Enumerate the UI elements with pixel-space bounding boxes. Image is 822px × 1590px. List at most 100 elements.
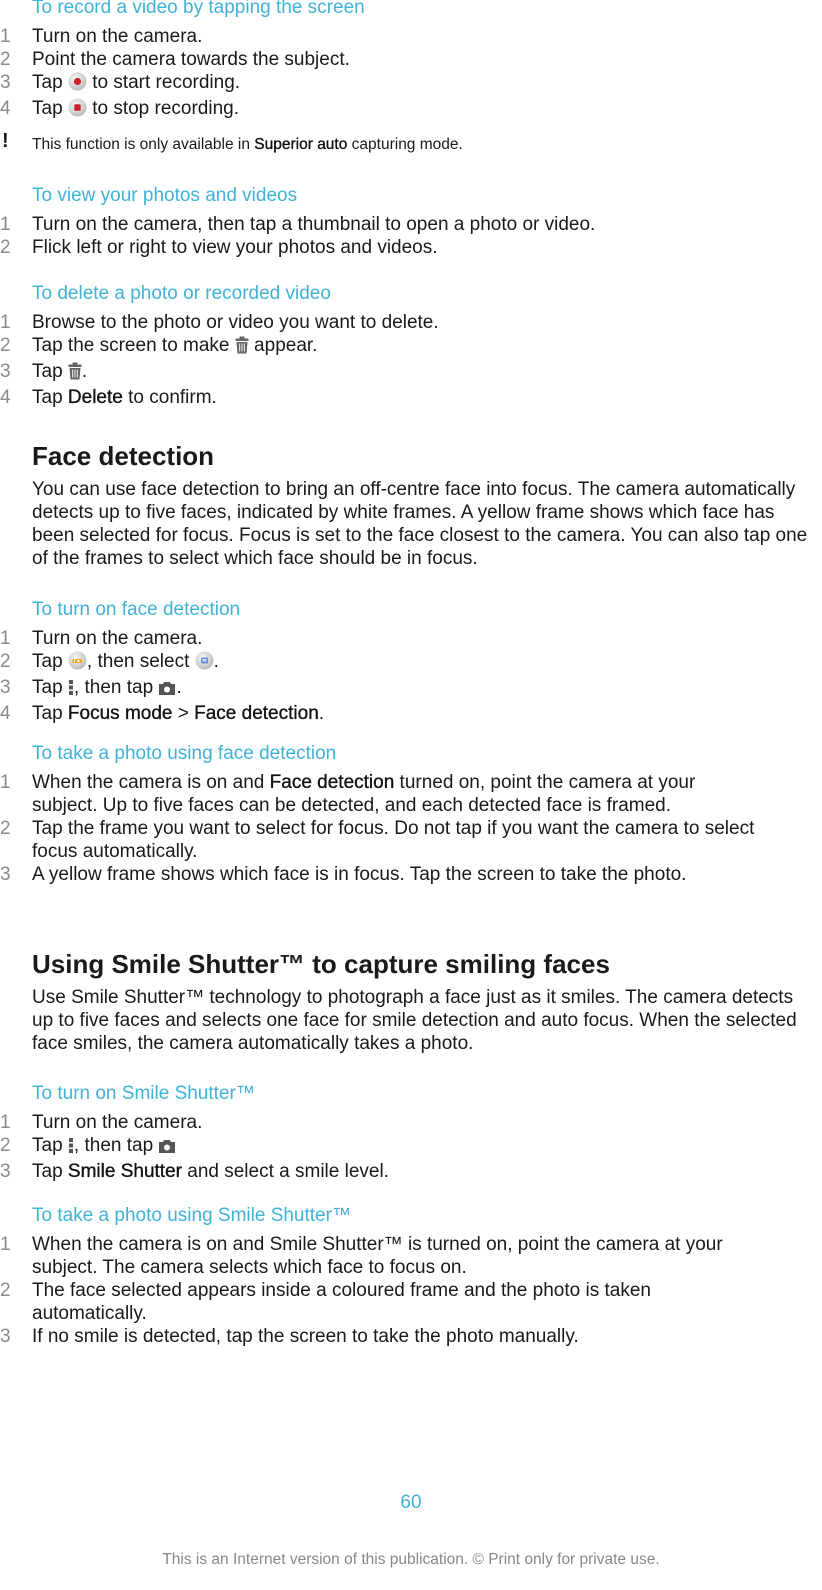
steps-list: 1 Browse to the photo or video you want t… xyxy=(0,311,822,409)
step-text: Turn on the camera. xyxy=(32,26,203,47)
step-text: When the camera is on and Smile Shutter™… xyxy=(32,1234,723,1278)
step-text: Browse to the photo or video you want to… xyxy=(32,312,439,333)
subheading: To turn on face detection xyxy=(32,599,241,620)
list-item: 2 Point the camera towards the subject. xyxy=(0,48,822,71)
steps-list: 1 When the camera is on and Smile Shutter… xyxy=(0,1233,822,1348)
list-item: 1 When the camera is on and Smile Shutter… xyxy=(0,1233,822,1279)
section-heading: Using Smile Shutter™ to capture smiling … xyxy=(32,949,610,979)
list-item: 3 Tap . xyxy=(0,360,822,386)
step-text: , then select xyxy=(86,651,195,672)
step-text: Tap xyxy=(32,651,68,672)
step-text: The face selected appears inside a colou… xyxy=(32,1280,651,1324)
list-item: 3 If no smile is detected, tap the screen… xyxy=(0,1325,822,1348)
list-item: 2 Tap the screen to make appear. xyxy=(0,334,822,360)
note-text: capturing mode. xyxy=(347,136,463,153)
step-number: 3 xyxy=(0,864,11,885)
step-number: 3 xyxy=(0,1326,11,1347)
steps-list: 1 When the camera is on and Face detectio… xyxy=(0,771,822,886)
step-text: and select a smile level. xyxy=(181,1161,389,1182)
list-item: 3 Tap to start recording. xyxy=(0,71,822,97)
step-text: Turn on the camera. xyxy=(32,628,203,649)
bold-term: Focus mode xyxy=(67,703,173,724)
step-text: Tap xyxy=(32,361,68,382)
section-take-photo-smile-shutter: To take a photo using Smile Shutter™ 1 Wh… xyxy=(0,1204,822,1348)
step-text: appear. xyxy=(248,335,318,356)
note-bold: Superior auto xyxy=(254,136,348,153)
trash-icon xyxy=(235,336,249,360)
step-number: 3 xyxy=(0,1161,11,1182)
step-number: 2 xyxy=(0,1280,11,1301)
list-item: 3 Tap , then tap . xyxy=(0,676,822,702)
subheading: To view your photos and videos xyxy=(32,185,298,206)
list-item: 4 Tap Focus mode > Face detection. xyxy=(0,702,822,725)
section-record-video: To record a video by tapping the screen … xyxy=(0,0,822,155)
bold-term: Face detection xyxy=(269,772,395,793)
note-text: This function is only available in xyxy=(32,136,255,153)
list-item: 1 Turn on the camera. xyxy=(0,627,822,650)
section-face-detection: Face detection You can use face detectio… xyxy=(0,440,822,570)
list-item: 3 Tap Smile Shutter and select a smile le… xyxy=(0,1160,822,1183)
camera-icon xyxy=(158,679,176,702)
subheading: To take a photo using face detection xyxy=(32,743,337,764)
trash-icon xyxy=(68,362,82,386)
step-text: to stop recording. xyxy=(86,98,240,119)
exclamation-icon: ! xyxy=(2,130,9,152)
step-text: Tap xyxy=(32,387,68,408)
step-number: 2 xyxy=(0,335,11,356)
step-text: A yellow frame shows which face is in fo… xyxy=(32,864,687,885)
steps-list: 1 Turn on the camera. 2 Point the camera t… xyxy=(0,25,822,123)
step-text: . xyxy=(176,677,182,698)
step-number: 4 xyxy=(0,98,11,119)
bold-term: Smile Shutter xyxy=(67,1161,182,1182)
steps-list: 1 Turn on the camera. 2 Tap , then select … xyxy=(0,627,822,725)
step-number: 4 xyxy=(0,387,11,408)
list-item: 1 Turn on the camera. xyxy=(0,1111,822,1134)
superior-auto-icon xyxy=(195,651,214,676)
step-number: 3 xyxy=(0,72,11,93)
list-item: 1 Turn on the camera, then tap a thumbnai… xyxy=(0,213,822,236)
step-text: to confirm. xyxy=(122,387,217,408)
step-text: Tap xyxy=(32,72,68,93)
list-item: 1 Turn on the camera. xyxy=(0,25,822,48)
step-number: 4 xyxy=(0,703,11,724)
subheading: To delete a photo or recorded video xyxy=(32,283,331,304)
list-item: 4 Tap to stop recording. xyxy=(0,97,822,123)
step-text: Tap xyxy=(32,1135,68,1156)
step-text: Flick left or right to view your photos … xyxy=(32,237,438,258)
step-text: Point the camera towards the subject. xyxy=(32,49,350,70)
footer-notice: This is an Internet version of this publ… xyxy=(162,1551,660,1568)
bold-term: Face detection xyxy=(194,703,319,724)
section-take-photo-face-detection: To take a photo using face detection 1 Wh… xyxy=(0,742,822,886)
step-text: Tap the screen to make xyxy=(32,335,235,356)
step-text: Tap the frame you want to select for foc… xyxy=(32,818,755,862)
step-number: 1 xyxy=(0,628,11,649)
section-view-photos: To view your photos and videos 1 Turn on … xyxy=(0,184,822,259)
list-item: 3 A yellow frame shows which face is in f… xyxy=(0,863,822,886)
step-text: Tap xyxy=(32,98,68,119)
step-text: , then tap xyxy=(73,1135,159,1156)
list-item: 1 Browse to the photo or video you want t… xyxy=(0,311,822,334)
step-number: 1 xyxy=(0,1112,11,1133)
camera-icon xyxy=(158,1137,176,1160)
subheading: To turn on Smile Shutter™ xyxy=(32,1083,255,1104)
section-turn-on-face-detection: To turn on face detection 1 Turn on the c… xyxy=(0,598,822,725)
step-number: 1 xyxy=(0,26,11,47)
step-number: 2 xyxy=(0,49,11,70)
steps-list: 1 Turn on the camera, then tap a thumbnai… xyxy=(0,213,822,259)
step-number: 2 xyxy=(0,818,11,839)
step-text: If no smile is detected, tap the screen … xyxy=(32,1326,579,1347)
step-text: , then tap xyxy=(73,677,159,698)
paragraph: Use Smile Shutter™ technology to photogr… xyxy=(32,987,797,1054)
step-text: > xyxy=(172,703,195,724)
list-item: 2 Flick left or right to view your photos… xyxy=(0,236,822,259)
step-text: Tap xyxy=(32,703,68,724)
step-text: to start recording. xyxy=(86,72,241,93)
list-item: 2 Tap , then tap xyxy=(0,1134,822,1160)
step-number: 1 xyxy=(0,312,11,333)
list-item: 4 Tap Delete to confirm. xyxy=(0,386,822,409)
subheading: To take a photo using Smile Shutter™ xyxy=(32,1205,351,1226)
step-number: 1 xyxy=(0,214,11,235)
list-item: 2 Tap the frame you want to select for fo… xyxy=(0,817,822,863)
steps-list: 1 Turn on the camera. 2 Tap , then tap 3 Ta… xyxy=(0,1111,822,1183)
list-item: 1 When the camera is on and Face detectio… xyxy=(0,771,822,817)
